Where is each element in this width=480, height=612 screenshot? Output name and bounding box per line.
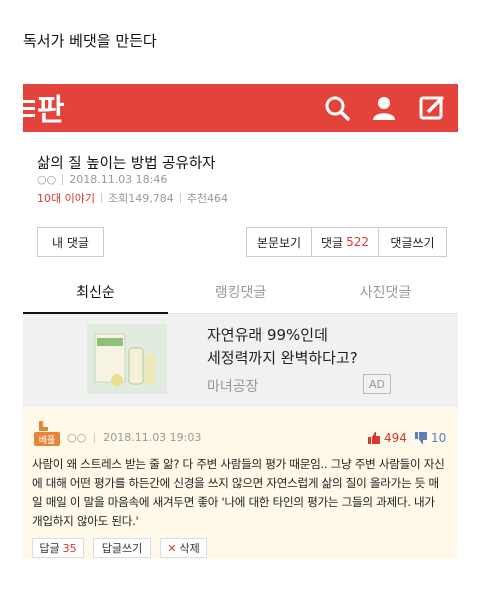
ad-headline-1: 자연유래 99%인데 [207, 326, 328, 344]
post-author[interactable]: ○○ [37, 173, 56, 186]
best-badge-text: 베플 [39, 435, 56, 446]
post-meta-author-date: ○○ 2018.11.03 18:46 [37, 173, 167, 186]
tab-ranking[interactable]: 랭킹댓글 [168, 276, 313, 314]
post-category[interactable]: 10대 이야기 [37, 190, 95, 206]
post-views: 조회149,784 [107, 192, 174, 205]
my-comments-button[interactable]: 내 댓글 [37, 227, 104, 257]
dislike-button[interactable]: 10 [415, 431, 446, 445]
like-count: 494 [384, 431, 407, 445]
comments-count: 522 [346, 235, 369, 249]
divider [94, 432, 96, 443]
delete-button[interactable]: ✕ 삭제 [160, 538, 207, 558]
search-icon[interactable] [323, 94, 351, 122]
divider [100, 193, 102, 203]
reply-button[interactable]: 답글 35 [32, 538, 84, 558]
view-original-button[interactable]: 본문보기 [246, 227, 312, 257]
tab-latest[interactable]: 최신순 [23, 276, 168, 314]
post-title: 삶의 질 높이는 방법 공유하자 [37, 156, 216, 172]
comment-meta: ○○ 2018.11.03 19:03 [67, 431, 201, 444]
comment-sort-tabs: 최신순 랭킹댓글 사진댓글 [23, 276, 458, 314]
write-reply-button[interactable]: 답글쓰기 [93, 538, 151, 558]
top-navigation-bar: 판 [21, 84, 458, 132]
post-meta-stats: 10대 이야기 조회149,784 추천464 [37, 190, 228, 206]
ad-product-image [87, 324, 167, 394]
pann-logo[interactable]: 판 [21, 90, 85, 126]
pann-app-frame: 판 삶의 질 높이는 방법 공유하자 ○○ 2018.11.03 18:46 1… [21, 84, 458, 612]
post-caption: 독서가 베댓을 만든다 [23, 32, 157, 50]
close-icon: ✕ [167, 541, 177, 555]
comments-count-button[interactable]: 댓글 522 [312, 227, 379, 257]
reply-count: 35 [62, 541, 77, 555]
thumbs-up-icon [368, 432, 380, 444]
post-recommend: 추천464 [186, 192, 228, 205]
ad-badge: AD [363, 374, 391, 394]
thumbs-down-icon [415, 432, 427, 444]
ad-brand: 마녀공장 [207, 379, 259, 395]
comment-author[interactable]: ○○ [67, 431, 86, 444]
dislike-count: 10 [431, 431, 447, 445]
delete-label: 삭제 [179, 542, 200, 555]
write-comment-button[interactable]: 댓글쓰기 [379, 227, 447, 257]
user-icon[interactable] [370, 94, 398, 122]
write-icon[interactable] [418, 94, 446, 122]
divider [62, 174, 64, 185]
tab-photo[interactable]: 사진댓글 [313, 276, 458, 314]
pann-logo-text: 판 [37, 93, 65, 126]
post-datetime: 2018.11.03 18:46 [69, 173, 168, 186]
like-button[interactable]: 494 [368, 431, 407, 445]
best-comment: 베플 ○○ 2018.11.03 19:03 494 10 사람이 왜 스트레스… [23, 407, 458, 559]
comment-datetime: 2018.11.03 19:03 [103, 431, 202, 444]
comments-label: 댓글 [321, 235, 344, 250]
ad-banner[interactable]: 자연유래 99%인데 세정력까지 완벽하다고? 마녀공장 AD [23, 314, 458, 407]
best-comment-badge: 베플 [34, 421, 60, 446]
ad-headline-2: 세정력까지 완벽하다고? [207, 349, 358, 367]
comment-body: 사람이 왜 스트레스 받는 줄 앎? 다 주변 사람들의 평가 때문임.. 그냥… [32, 457, 445, 528]
divider [179, 193, 181, 203]
reply-label: 답글 [39, 542, 60, 555]
